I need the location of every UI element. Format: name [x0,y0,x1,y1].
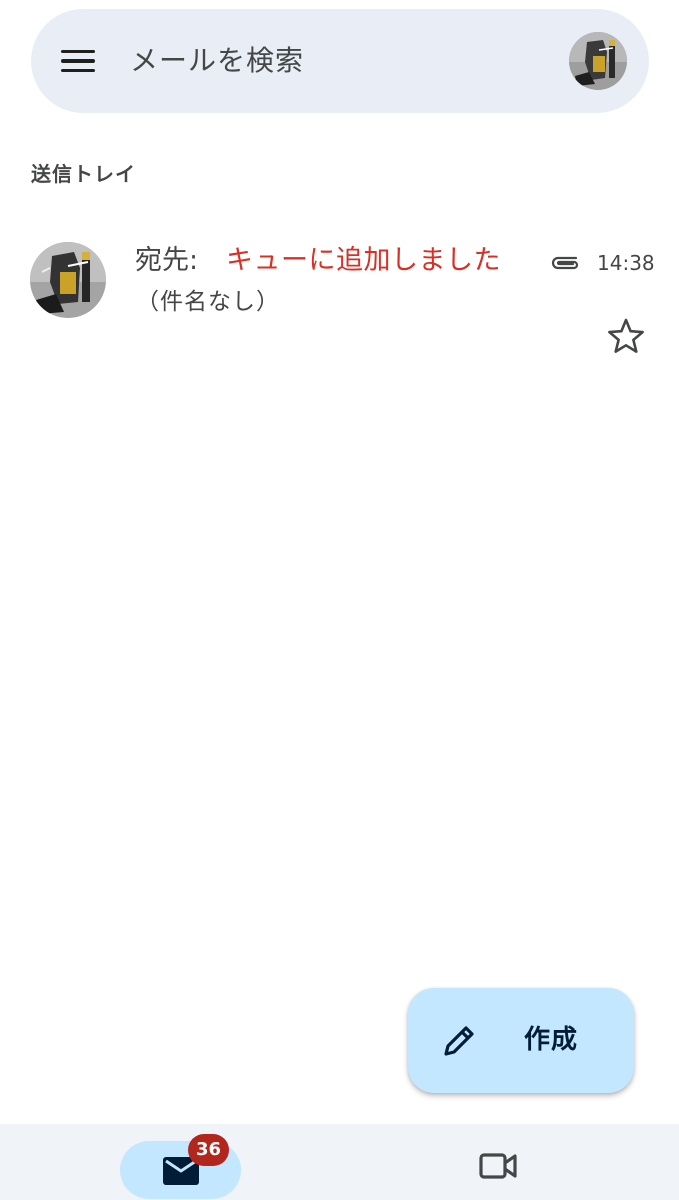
attachment-icon [551,256,579,270]
pencil-icon [444,1026,474,1056]
folder-title: 送信トレイ [31,162,136,186]
to-label: 宛先: [135,245,199,276]
email-list-item[interactable]: 宛先: キューに追加しました 14:38 （件名なし） [0,222,679,356]
video-icon[interactable] [472,1144,522,1186]
compose-label: 作成 [524,1025,579,1055]
search-placeholder[interactable]: メールを検索 [130,43,304,79]
search-bar[interactable]: メールを検索 [31,9,649,113]
email-time: 14:38 [597,251,655,275]
star-icon[interactable] [606,316,646,356]
menu-icon[interactable] [57,43,99,79]
sender-avatar[interactable] [30,242,106,318]
email-subject: （件名なし） [136,289,280,315]
queued-status: キューに追加しました [226,245,501,276]
outbox-screen: メールを検索 送信トレイ 宛先: キューに追加しました 14:38 （件名なし）… [0,0,679,1200]
bottom-navigation [0,1124,679,1200]
account-avatar[interactable] [569,32,627,90]
compose-button[interactable]: 作成 [408,988,634,1093]
unread-count-badge: 36 [188,1134,230,1166]
